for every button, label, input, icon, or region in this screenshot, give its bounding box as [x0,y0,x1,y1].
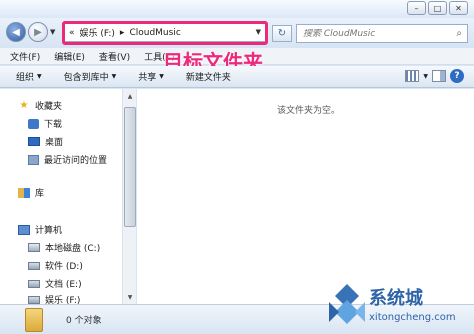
share-label: 共享 [138,73,157,83]
address-highlight-box [62,21,268,45]
nav-item-desktop[interactable]: 桌面 [28,135,63,148]
navigation-pane: ★ 收藏夹 下载 桌面 最近访问的位置 库 计算机 本地磁盘 (C:) 软件 (… [0,89,136,306]
window-controls: – □ ✕ [407,1,468,15]
chevron-down-icon: ▼ [37,73,42,80]
command-bar: 组织 ▼ 包含到库中 ▼ 共享 ▼ 新建文件夹 ▼ ? [0,66,474,88]
nav-item-label: 桌面 [45,138,64,148]
nav-item-label: 最近访问的位置 [44,156,108,166]
help-icon[interactable]: ? [450,69,464,83]
scroll-down-icon[interactable]: ▼ [124,291,136,303]
forward-button[interactable]: ▶ [28,22,48,42]
close-button[interactable]: ✕ [449,1,468,15]
drive-icon [28,295,40,304]
nav-drive-label: 文档 (E:) [45,280,82,290]
back-button[interactable]: ◀ [6,22,26,42]
folder-icon [25,308,43,332]
watermark-name: 系统城 [369,288,423,309]
site-watermark: 系统城 xitongcheng.com [325,278,473,332]
download-folder-icon [28,118,39,129]
new-folder-label: 新建文件夹 [185,73,231,83]
recent-pages-dropdown[interactable]: ▼ [50,28,55,36]
watermark-logo-icon [329,284,365,324]
nav-favorites[interactable]: ★ 收藏夹 [18,99,63,112]
nav-libraries-label: 库 [35,189,45,199]
chevron-down-icon: ▼ [159,73,164,80]
nav-scrollbar[interactable]: ▲ ▼ [122,89,136,304]
minimize-button[interactable]: – [407,1,426,15]
share-button[interactable]: 共享 ▼ [138,70,164,83]
menu-edit[interactable]: 编辑(E) [54,50,85,63]
item-count: 0 个对象 [66,316,102,326]
drive-icon [28,261,40,270]
change-view-icon[interactable] [405,70,420,82]
star-icon: ★ [19,100,29,111]
computer-icon [18,224,30,235]
address-row: ◀ ▶ ▼ « 娱乐 (F:) ▸ CloudMusic ▼ ↻ ⌕ [0,18,474,48]
nav-item-recent[interactable]: 最近访问的位置 [28,153,107,166]
system-drive-icon [28,243,40,252]
empty-folder-message: 该文件夹为空。 [277,106,341,116]
chevron-down-icon: ▼ [111,73,117,80]
search-icon[interactable]: ⌕ [456,28,462,39]
nav-computer-label: 计算机 [35,226,63,236]
maximize-button[interactable]: □ [428,1,447,15]
back-arrow-icon: ◀ [12,26,20,38]
window-caption: – □ ✕ [0,0,474,18]
search-box[interactable]: ⌕ [296,24,468,43]
drive-icon [28,279,40,288]
view-controls: ▼ ? [405,69,464,83]
watermark-url: xitongcheng.com [369,312,456,323]
nav-drive-d[interactable]: 软件 (D:) [28,259,83,272]
nav-drive-label: 本地磁盘 (C:) [45,244,101,254]
organize-button[interactable]: 组织 ▼ [16,70,42,83]
preview-pane-icon[interactable] [432,70,446,82]
nav-item-label: 下载 [44,120,63,130]
chevron-down-icon[interactable]: ▼ [423,73,428,80]
desktop-icon [28,137,40,146]
nav-drive-label: 软件 (D:) [45,262,83,272]
scrollbar-thumb[interactable] [124,107,136,227]
recent-places-icon [28,154,39,165]
scroll-up-icon[interactable]: ▲ [124,90,136,102]
refresh-button[interactable]: ↻ [272,25,292,42]
nav-libraries[interactable]: 库 [18,186,44,199]
organize-label: 组织 [16,73,35,83]
menu-view[interactable]: 查看(V) [99,50,130,63]
forward-arrow-icon: ▶ [34,26,42,38]
menu-file[interactable]: 文件(F) [10,50,40,63]
include-in-library-button[interactable]: 包含到库中 ▼ [64,70,117,83]
search-input[interactable] [303,28,443,39]
nav-drive-e[interactable]: 文档 (E:) [28,277,82,290]
file-list-pane[interactable]: 该文件夹为空。 [137,89,474,304]
refresh-icon: ↻ [277,28,287,39]
include-in-library-label: 包含到库中 [63,73,109,83]
new-folder-button[interactable]: 新建文件夹 [186,70,231,83]
nav-drive-c[interactable]: 本地磁盘 (C:) [28,241,100,254]
library-icon [18,187,30,198]
nav-item-downloads[interactable]: 下载 [28,117,62,130]
nav-favorites-label: 收藏夹 [35,102,63,112]
nav-computer[interactable]: 计算机 [18,223,62,236]
